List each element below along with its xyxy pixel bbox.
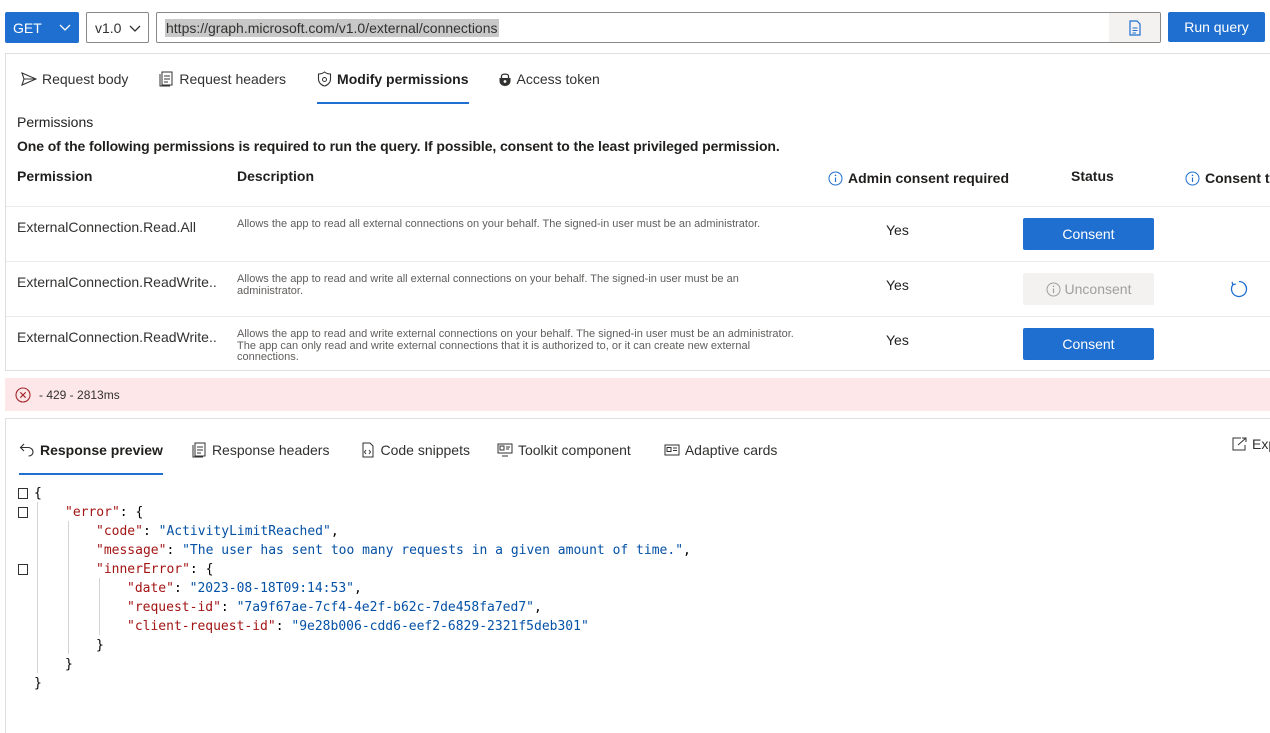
status-text: - 429 - 2813ms: [39, 387, 120, 402]
json-line: }: [96, 638, 104, 653]
version-label: v1.0: [95, 19, 122, 36]
tab-code-snippets[interactable]: Code snippets: [360, 425, 470, 475]
json-line: "date": "2023-08-18T09:14:53",: [127, 581, 362, 596]
tab-label: Response headers: [211, 442, 330, 458]
column-header-consent-type: Consent ty: [1185, 170, 1270, 186]
permission-name: ExternalConnection.Read.All: [17, 219, 196, 235]
json-line: }: [65, 657, 73, 672]
lock-icon: [499, 73, 511, 86]
tab-toolkit-component[interactable]: Toolkit component: [497, 425, 631, 475]
tab-label: Toolkit component: [517, 442, 631, 458]
error-circle-icon: [15, 386, 31, 403]
document-icon: [192, 442, 206, 458]
json-line: "message": "The user has sent too many r…: [96, 543, 691, 558]
unconsent-button[interactable]: Unconsent: [1023, 273, 1154, 305]
table-row: ExternalConnection.ReadWrite.... Allows …: [6, 261, 1270, 316]
document-icon: [1128, 19, 1141, 36]
permission-description: Allows the app to read all external conn…: [237, 218, 761, 230]
tab-label: Access token: [516, 71, 600, 87]
tab-label: Adaptive cards: [684, 442, 778, 458]
toolkit-icon: [497, 443, 513, 457]
json-line: "innerError": {: [96, 562, 214, 577]
info-icon[interactable]: [828, 171, 843, 186]
undo-icon: [19, 443, 34, 457]
response-tabs: Response preview Response headers Code s…: [6, 425, 777, 475]
run-query-button[interactable]: Run query: [1168, 12, 1265, 42]
admin-consent-value: Yes: [886, 222, 909, 238]
column-header-permission: Permission: [17, 168, 93, 184]
fold-toggle[interactable]: [18, 564, 28, 575]
json-line: {: [34, 486, 42, 501]
json-line: "error": {: [65, 505, 144, 520]
consent-button[interactable]: Consent: [1023, 328, 1154, 360]
version-dropdown[interactable]: v1.0: [86, 12, 149, 43]
permission-name: ExternalConnection.ReadWrite....: [17, 274, 217, 290]
tab-label: Request body: [42, 71, 129, 87]
permissions-description: One of the following permissions is requ…: [17, 138, 780, 154]
json-line: "client-request-id": "9e28b006-cdd6-eef2…: [127, 619, 589, 634]
permissions-title: Permissions: [17, 114, 94, 130]
tab-modify-permissions[interactable]: Modify permissions: [317, 54, 469, 104]
request-tabs: Request body Request headers Modify perm…: [6, 54, 600, 104]
export-icon: [1232, 437, 1247, 451]
tab-export[interactable]: Exp: [1232, 436, 1270, 452]
code-icon: [362, 442, 374, 458]
http-method-dropdown[interactable]: GET: [5, 12, 79, 43]
response-status-bar: - 429 - 2813ms: [5, 378, 1270, 411]
tab-label: Response preview: [40, 442, 163, 458]
fold-toggle[interactable]: [18, 488, 28, 499]
card-icon: [664, 444, 680, 456]
admin-consent-value: Yes: [886, 277, 909, 293]
tab-label: Modify permissions: [337, 71, 469, 87]
request-panel: Request body Request headers Modify perm…: [5, 53, 1270, 371]
tab-request-body[interactable]: Request body: [21, 54, 128, 104]
export-label: Exp: [1252, 436, 1270, 452]
indent-guide: [99, 578, 100, 635]
fold-toggle[interactable]: [18, 507, 28, 518]
send-icon: [21, 72, 37, 86]
json-line: "code": "ActivityLimitReached",: [96, 524, 339, 539]
chevron-down-icon: [129, 25, 141, 32]
json-line: "request-id": "7a9f67ae-7cf4-4e2f-b62c-7…: [127, 600, 542, 615]
info-icon[interactable]: [1185, 171, 1200, 186]
tab-response-headers[interactable]: Response headers: [192, 425, 330, 475]
tab-request-headers[interactable]: Request headers: [159, 54, 286, 104]
response-panel: Response preview Response headers Code s…: [5, 418, 1270, 733]
http-method-label: GET: [13, 19, 42, 36]
tab-response-preview[interactable]: Response preview: [19, 425, 163, 475]
permission-description: Allows the app to read and write all ext…: [237, 273, 739, 297]
tab-label: Code snippets: [380, 442, 470, 458]
table-row: ExternalConnection.Read.All Allows the a…: [6, 206, 1270, 261]
loading-spinner-icon: [1230, 280, 1248, 298]
column-header-description: Description: [237, 168, 315, 184]
url-input[interactable]: https://graph.microsoft.com/v1.0/externa…: [156, 12, 1161, 43]
chevron-down-icon: [59, 24, 71, 31]
permission-name: ExternalConnection.ReadWrite....: [17, 329, 217, 345]
tab-access-token[interactable]: Access token: [498, 54, 600, 104]
json-line: }: [34, 676, 42, 691]
info-icon: [1046, 282, 1061, 296]
unconsent-label: Unconsent: [1064, 281, 1132, 297]
indent-guide: [68, 521, 69, 654]
document-icon: [159, 71, 173, 87]
permission-description: Allows the app to read and write externa…: [237, 328, 794, 363]
indent-guide: [37, 502, 38, 673]
column-header-status: Status: [1071, 168, 1114, 184]
column-header-admin: Admin consent required: [828, 170, 1009, 186]
tab-adaptive-cards[interactable]: Adaptive cards: [664, 425, 778, 475]
share-query-button[interactable]: [1109, 13, 1160, 42]
shield-icon: [317, 71, 332, 87]
table-row: ExternalConnection.ReadWrite.... Allows …: [6, 316, 1270, 371]
url-text: https://graph.microsoft.com/v1.0/externa…: [165, 19, 499, 37]
consent-button[interactable]: Consent: [1023, 218, 1154, 250]
admin-consent-value: Yes: [886, 332, 909, 348]
tab-label: Request headers: [179, 71, 287, 87]
